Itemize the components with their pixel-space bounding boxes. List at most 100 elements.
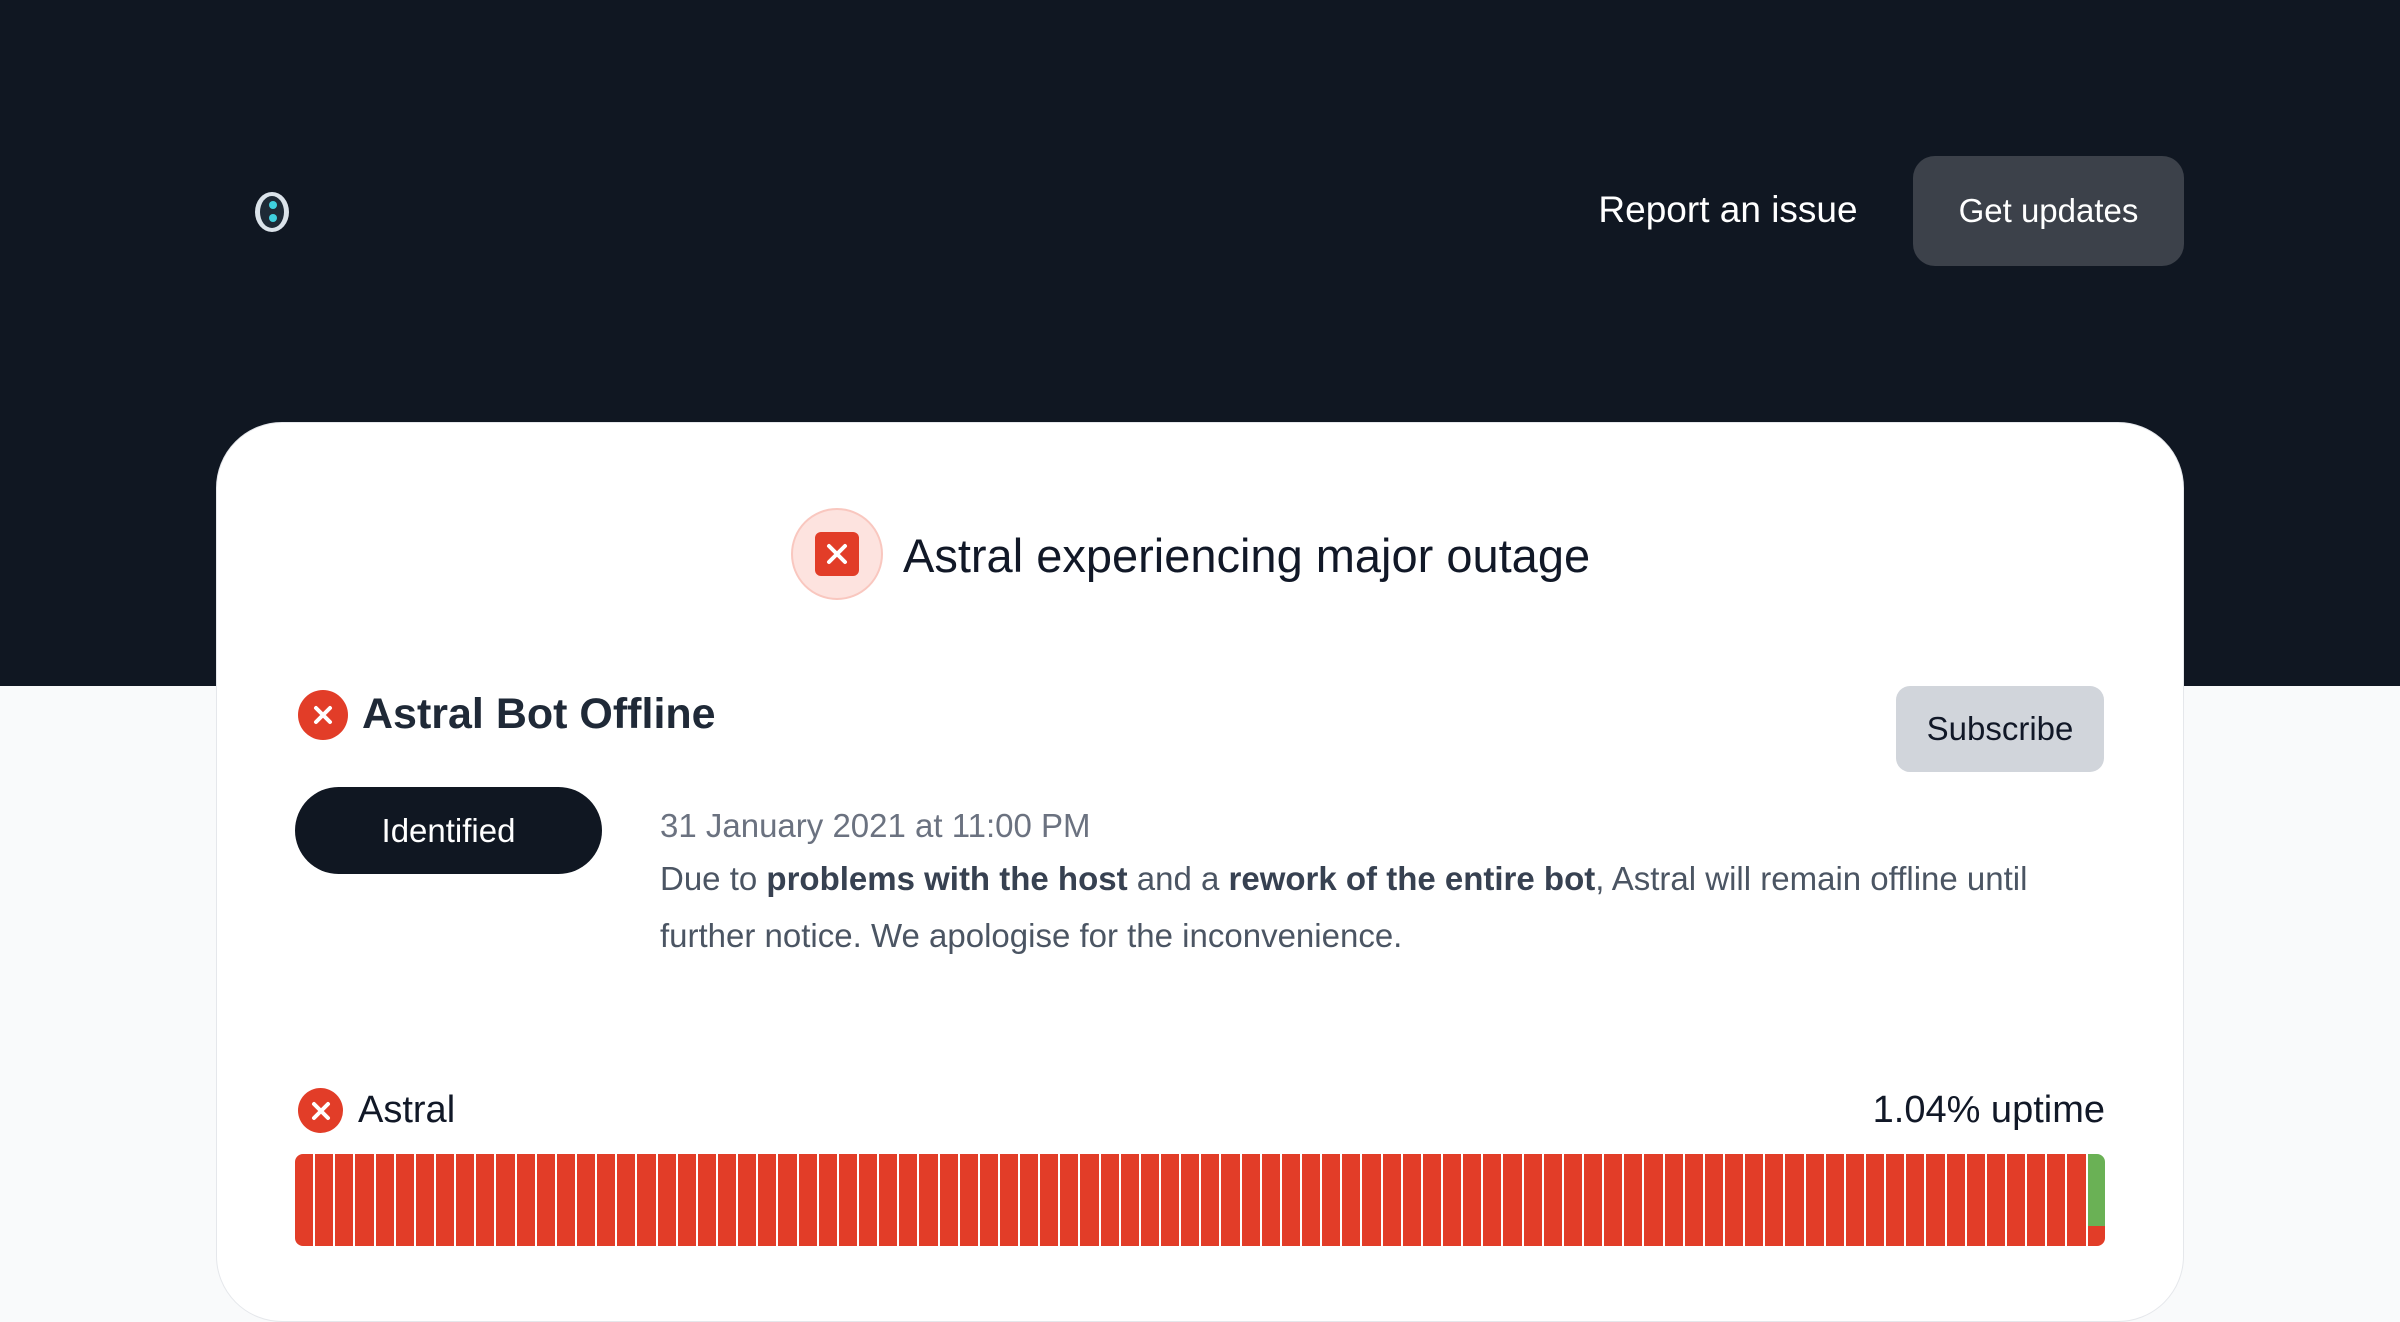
uptime-day-bar[interactable] xyxy=(1201,1154,1220,1246)
uptime-day-bar[interactable] xyxy=(1443,1154,1462,1246)
uptime-day-bar[interactable] xyxy=(979,1154,998,1246)
uptime-day-bar[interactable] xyxy=(536,1154,555,1246)
uptime-day-bar[interactable] xyxy=(858,1154,878,1246)
uptime-day-bar[interactable] xyxy=(576,1154,596,1246)
uptime-day-bar[interactable] xyxy=(2027,1154,2046,1246)
uptime-day-bar[interactable] xyxy=(1684,1154,1703,1246)
uptime-day-bar[interactable] xyxy=(1785,1154,1804,1246)
x-circle-icon xyxy=(298,1088,343,1133)
uptime-day-bar[interactable] xyxy=(1664,1154,1683,1246)
uptime-day-bar[interactable] xyxy=(1221,1154,1240,1246)
uptime-day-bar[interactable] xyxy=(2006,1154,2026,1246)
uptime-day-bar[interactable] xyxy=(1926,1154,1945,1246)
uptime-day-bar[interactable] xyxy=(1986,1154,2005,1246)
uptime-day-bar[interactable] xyxy=(798,1154,817,1246)
uptime-day-bar[interactable] xyxy=(415,1154,434,1246)
uptime-day-bar[interactable] xyxy=(395,1154,414,1246)
uptime-day-bar[interactable] xyxy=(1402,1154,1421,1246)
incident-title[interactable]: Astral Bot Offline xyxy=(362,684,716,744)
uptime-day-bar[interactable] xyxy=(1020,1154,1039,1246)
uptime-day-bar[interactable] xyxy=(1765,1154,1784,1246)
astral-logo-icon[interactable] xyxy=(250,190,294,234)
uptime-day-bar[interactable] xyxy=(1503,1154,1522,1246)
uptime-day-bar[interactable] xyxy=(1140,1154,1160,1246)
uptime-day-bar[interactable] xyxy=(496,1154,515,1246)
uptime-day-bar[interactable] xyxy=(959,1154,978,1246)
uptime-day-bar[interactable] xyxy=(1322,1154,1341,1246)
uptime-day-bar[interactable] xyxy=(1181,1154,1200,1246)
uptime-day-bar[interactable] xyxy=(999,1154,1019,1246)
uptime-day-bar[interactable] xyxy=(1886,1154,1905,1246)
uptime-day-bar[interactable] xyxy=(1805,1154,1824,1246)
uptime-day-bar[interactable] xyxy=(879,1154,898,1246)
uptime-day-bar[interactable] xyxy=(1745,1154,1764,1246)
uptime-day-bar[interactable] xyxy=(697,1154,716,1246)
uptime-day-bar[interactable] xyxy=(597,1154,616,1246)
update-message: Due to problems with the host and a rewo… xyxy=(660,850,2030,964)
uptime-day-bar[interactable] xyxy=(1040,1154,1059,1246)
uptime-day-bar[interactable] xyxy=(1261,1154,1280,1246)
get-updates-button[interactable]: Get updates xyxy=(1913,156,2184,266)
uptime-day-bar[interactable] xyxy=(1422,1154,1442,1246)
uptime-day-bar[interactable] xyxy=(1060,1154,1079,1246)
uptime-day-bar[interactable] xyxy=(677,1154,696,1246)
uptime-day-bar[interactable] xyxy=(758,1154,777,1246)
page-status-title: Astral experiencing major outage xyxy=(903,528,1591,582)
uptime-day-bar[interactable] xyxy=(1946,1154,1965,1246)
uptime-day-bar[interactable] xyxy=(1120,1154,1139,1246)
uptime-day-bar[interactable] xyxy=(1563,1154,1582,1246)
uptime-day-bar[interactable] xyxy=(1483,1154,1502,1246)
uptime-day-bar[interactable] xyxy=(355,1154,374,1246)
uptime-day-bar[interactable] xyxy=(1080,1154,1099,1246)
uptime-day-bar[interactable] xyxy=(778,1154,797,1246)
uptime-day-bar[interactable] xyxy=(1865,1154,1885,1246)
uptime-day-bar[interactable] xyxy=(939,1154,958,1246)
uptime-day-bar[interactable] xyxy=(1624,1154,1643,1246)
x-square-icon xyxy=(791,508,883,600)
uptime-day-bar[interactable] xyxy=(738,1154,757,1246)
uptime-day-bar[interactable] xyxy=(1704,1154,1723,1246)
uptime-day-bar[interactable] xyxy=(838,1154,857,1246)
uptime-day-bar[interactable] xyxy=(1604,1154,1623,1246)
uptime-day-bar[interactable] xyxy=(1302,1154,1321,1246)
uptime-day-bar[interactable] xyxy=(295,1154,314,1246)
subscribe-button[interactable]: Subscribe xyxy=(1896,686,2104,772)
uptime-day-bar[interactable] xyxy=(1463,1154,1482,1246)
uptime-day-bar[interactable] xyxy=(556,1154,575,1246)
uptime-day-bar[interactable] xyxy=(1584,1154,1603,1246)
uptime-day-bar[interactable] xyxy=(919,1154,938,1246)
uptime-day-bar[interactable] xyxy=(1825,1154,1844,1246)
uptime-day-bar[interactable] xyxy=(1342,1154,1361,1246)
uptime-day-bar[interactable] xyxy=(717,1154,737,1246)
uptime-day-bar[interactable] xyxy=(1241,1154,1260,1246)
uptime-day-bar[interactable] xyxy=(1543,1154,1562,1246)
report-issue-link[interactable]: Report an issue xyxy=(1588,180,1868,240)
uptime-day-bar[interactable] xyxy=(818,1154,837,1246)
uptime-day-bar[interactable] xyxy=(899,1154,918,1246)
uptime-day-bar[interactable] xyxy=(2087,1154,2105,1246)
update-timestamp: 31 January 2021 at 11:00 PM xyxy=(660,807,1091,844)
uptime-day-bar[interactable] xyxy=(1966,1154,1985,1246)
uptime-day-bar[interactable] xyxy=(637,1154,656,1246)
uptime-day-bar[interactable] xyxy=(335,1154,354,1246)
uptime-day-bar[interactable] xyxy=(476,1154,495,1246)
uptime-day-bar[interactable] xyxy=(2067,1154,2086,1246)
uptime-day-bar[interactable] xyxy=(1845,1154,1864,1246)
uptime-day-bar[interactable] xyxy=(1724,1154,1744,1246)
uptime-day-bar[interactable] xyxy=(315,1154,334,1246)
uptime-day-bar[interactable] xyxy=(1161,1154,1180,1246)
uptime-day-bar[interactable] xyxy=(2047,1154,2066,1246)
uptime-day-bar[interactable] xyxy=(1523,1154,1542,1246)
uptime-day-bar[interactable] xyxy=(1906,1154,1925,1246)
uptime-day-bar[interactable] xyxy=(375,1154,394,1246)
uptime-day-bar[interactable] xyxy=(1382,1154,1401,1246)
uptime-day-bar[interactable] xyxy=(456,1154,475,1246)
uptime-day-bar[interactable] xyxy=(657,1154,676,1246)
uptime-day-bar[interactable] xyxy=(1362,1154,1381,1246)
uptime-day-bar[interactable] xyxy=(1100,1154,1119,1246)
uptime-day-bar[interactable] xyxy=(617,1154,636,1246)
uptime-day-bar[interactable] xyxy=(516,1154,535,1246)
uptime-day-bar[interactable] xyxy=(1644,1154,1663,1246)
uptime-day-bar[interactable] xyxy=(435,1154,455,1246)
uptime-day-bar[interactable] xyxy=(1281,1154,1301,1246)
